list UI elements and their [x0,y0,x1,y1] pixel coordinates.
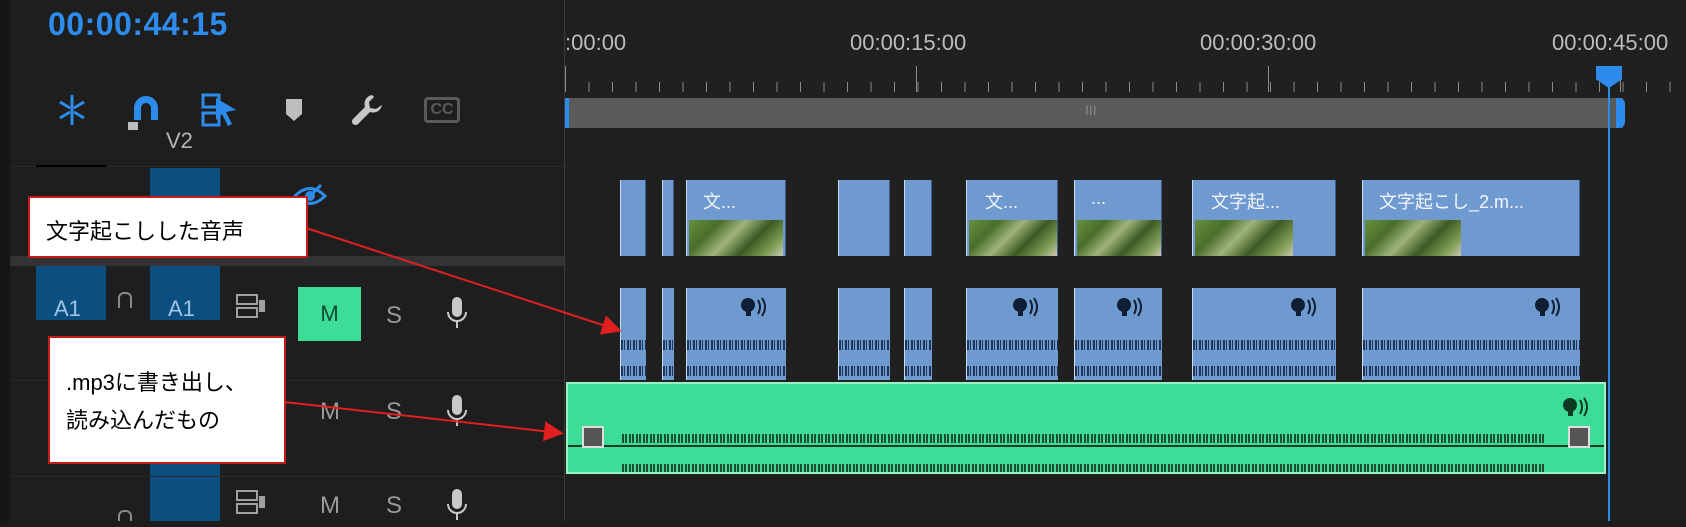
callout-text-line1: .mp3に書き出し、 [66,370,247,395]
callout-text-line2: 読み込んだもの [66,408,221,433]
callout-transcribed-audio: 文字起こしした音声 [28,196,308,258]
callout-text: 文字起こしした音声 [46,219,245,244]
arrow-to-transcribed-audio [305,227,622,335]
callout-mp3-export: .mp3に書き出し、 読み込んだもの [48,336,286,464]
arrow-to-mp3-clip [283,401,564,442]
